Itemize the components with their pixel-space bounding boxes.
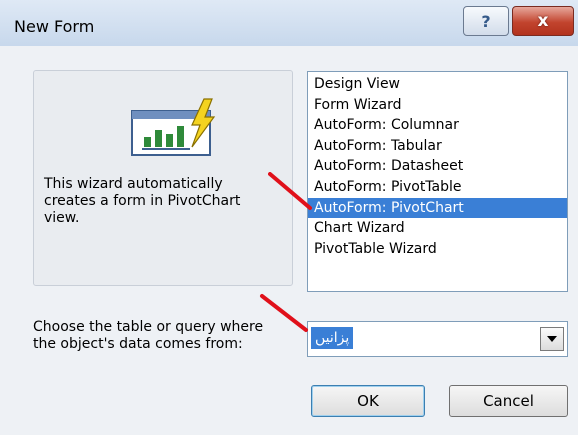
new-form-dialog: New Form ? x This wizard automatically c… (0, 0, 578, 435)
dropdown-button[interactable] (540, 327, 564, 351)
close-button[interactable]: x (512, 6, 574, 36)
help-button[interactable]: ? (463, 6, 509, 36)
dialog-title: New Form (14, 17, 95, 36)
annotation-arrow-combo (260, 294, 308, 332)
wizard-description: This wizard automatically creates a form… (44, 176, 241, 226)
help-icon: ? (481, 11, 491, 31)
pivotchart-icon (131, 98, 216, 156)
list-item[interactable]: Chart Wizard (308, 218, 567, 238)
list-item[interactable]: AutoForm: Columnar (308, 115, 567, 135)
source-table-value: پزانیں (311, 327, 354, 349)
list-item[interactable]: AutoForm: PivotTable (308, 177, 567, 197)
list-item[interactable]: AutoForm: Datasheet (308, 156, 567, 176)
chevron-down-icon (547, 336, 557, 342)
cancel-button[interactable]: Cancel (449, 385, 568, 417)
list-item[interactable]: AutoForm: Tabular (308, 136, 567, 156)
list-item[interactable]: Form Wizard (308, 95, 567, 115)
annotation-arrow-list (268, 172, 312, 210)
title-bar: New Form ? x (0, 0, 578, 46)
list-item[interactable]: AutoForm: PivotChart (308, 197, 567, 218)
ok-button[interactable]: OK (311, 385, 425, 417)
list-item[interactable]: Design View (308, 74, 567, 94)
source-table-select[interactable]: پزانیں (307, 321, 568, 357)
form-type-list[interactable]: Design View Form Wizard AutoForm: Columnar… (307, 71, 568, 292)
list-item[interactable]: PivotTable Wizard (308, 239, 567, 259)
close-icon: x (537, 11, 549, 31)
